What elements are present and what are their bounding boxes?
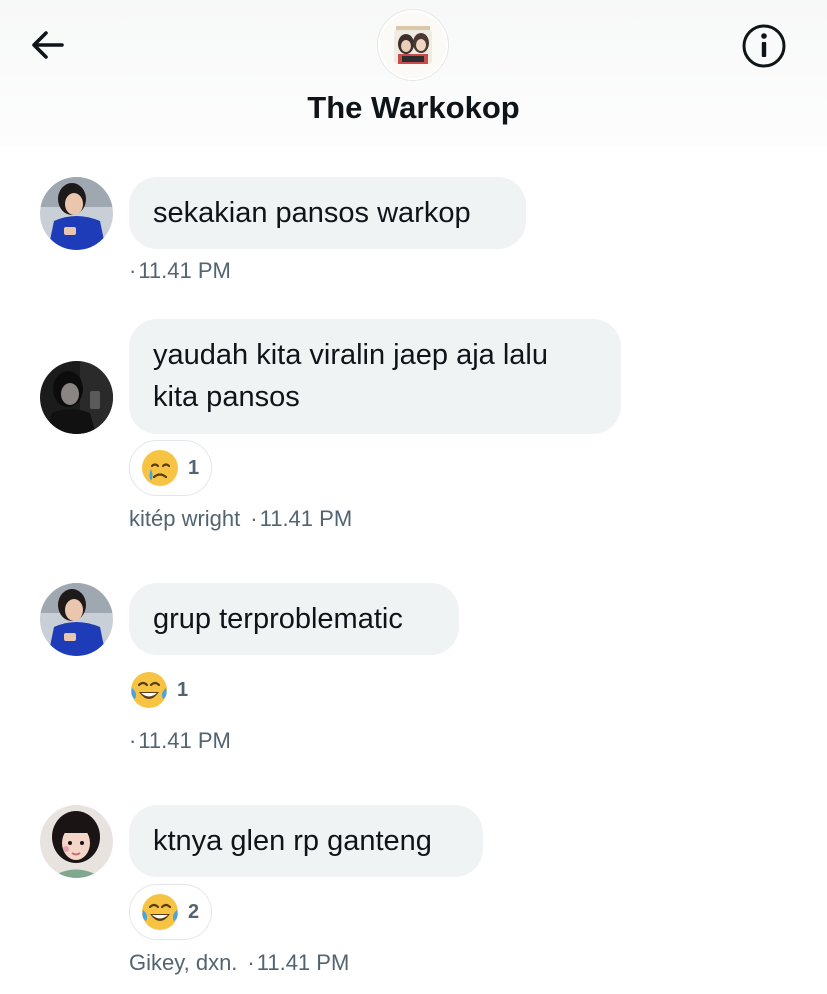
group-avatar[interactable] bbox=[380, 12, 446, 78]
user-avatar[interactable] bbox=[40, 805, 113, 878]
message-text: sekakian pansos warkop bbox=[153, 197, 471, 229]
message-time: 11.41 PM bbox=[259, 506, 353, 531]
info-button[interactable] bbox=[738, 22, 790, 70]
message-meta: Gikey, dxn. · 11.41 PM bbox=[129, 950, 349, 976]
meta-separator: · bbox=[250, 506, 258, 531]
back-button[interactable] bbox=[28, 26, 70, 66]
message-bubble[interactable]: yaudah kita viralin jaep aja lalu kita p… bbox=[129, 319, 621, 434]
blue-shirt-user-avatar bbox=[40, 583, 113, 656]
message-meta: · 11.41 PM bbox=[129, 728, 231, 754]
reaction-count: 1 bbox=[177, 678, 189, 701]
message-bubble[interactable]: sekakian pansos warkop bbox=[129, 177, 526, 249]
reaction-count: 2 bbox=[188, 900, 200, 923]
user-avatar[interactable] bbox=[40, 177, 113, 250]
message-bubble[interactable]: ktnya glen rp ganteng bbox=[129, 805, 483, 877]
pink-hair-user-avatar bbox=[40, 805, 113, 878]
message-reaction[interactable]: 2 bbox=[129, 884, 213, 940]
sender-name: kitép wright bbox=[129, 506, 241, 531]
dark-photo-user-avatar bbox=[40, 361, 113, 434]
conversation-title: The Warkokop bbox=[307, 90, 520, 125]
tears-of-joy-emoji bbox=[131, 672, 167, 708]
user-avatar[interactable] bbox=[40, 361, 113, 434]
message-bubble[interactable]: grup terproblematic bbox=[129, 583, 459, 655]
message-time: 11.41 PM bbox=[138, 258, 231, 283]
message-meta: · 11.41 PM bbox=[129, 258, 231, 284]
sender-name: Gikey, dxn. bbox=[129, 950, 238, 975]
message-text: yaudah kita viralin jaep aja lalu kita p… bbox=[153, 339, 548, 413]
conversation-header: The Warkokop bbox=[0, 0, 827, 146]
info-circle-icon bbox=[742, 24, 786, 68]
crying-face-emoji bbox=[142, 450, 178, 486]
message-meta: kitép wright · 11.41 PM bbox=[129, 506, 352, 532]
tears-of-joy-emoji bbox=[142, 894, 178, 930]
group-photo-image bbox=[380, 12, 446, 78]
reaction-count: 1 bbox=[188, 456, 200, 479]
arrow-left-icon bbox=[32, 31, 64, 59]
meta-separator: · bbox=[129, 728, 137, 753]
message-text: grup terproblematic bbox=[153, 603, 403, 635]
message-reaction[interactable]: 1 bbox=[129, 662, 188, 718]
message-time: 11.41 PM bbox=[138, 728, 231, 753]
user-avatar[interactable] bbox=[40, 583, 113, 656]
meta-separator: · bbox=[247, 950, 255, 975]
blue-shirt-user-avatar bbox=[40, 177, 113, 250]
message-time: 11.41 PM bbox=[256, 950, 350, 975]
message-reaction[interactable]: 1 bbox=[129, 440, 213, 496]
meta-separator: · bbox=[129, 258, 137, 283]
message-text: ktnya glen rp ganteng bbox=[153, 825, 432, 857]
